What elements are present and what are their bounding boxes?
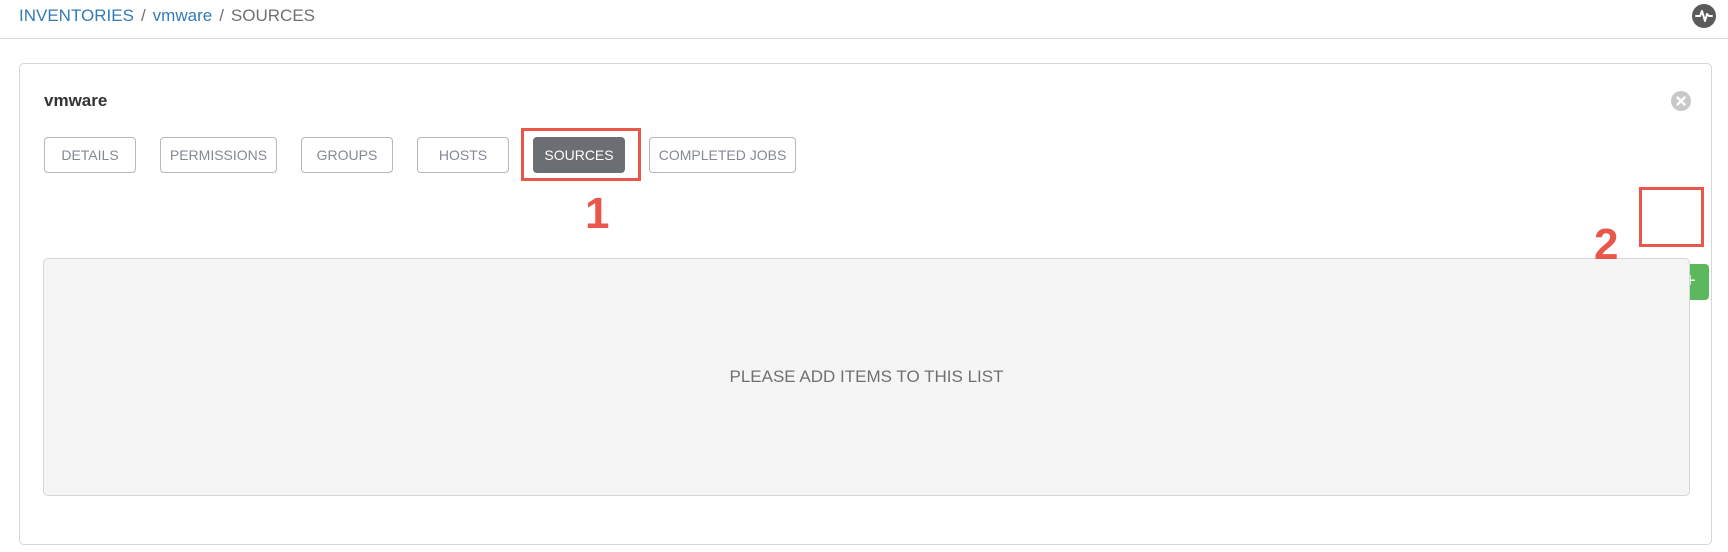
callout-box-1 (521, 128, 641, 181)
breadcrumb-inventories[interactable]: INVENTORIES (19, 6, 134, 25)
tab-completed-jobs[interactable]: COMPLETED JOBS (649, 137, 796, 173)
sources-list: PLEASE ADD ITEMS TO THIS LIST (43, 258, 1690, 496)
activity-stream-icon[interactable] (1692, 4, 1716, 28)
empty-list-message: PLEASE ADD ITEMS TO THIS LIST (729, 367, 1004, 386)
breadcrumb-sources: SOURCES (230, 6, 315, 25)
callout-box-2 (1639, 187, 1704, 247)
breadcrumb-separator: / (219, 6, 224, 25)
breadcrumb: INVENTORIES / vmware / SOURCES (19, 6, 315, 26)
tab-details[interactable]: DETAILS (44, 137, 136, 173)
breadcrumb-vmware[interactable]: vmware (153, 6, 213, 25)
breadcrumb-separator: / (140, 6, 146, 25)
top-bar: INVENTORIES / vmware / SOURCES (0, 0, 1728, 39)
callout-number-2: 2 (1594, 220, 1619, 269)
tab-permissions[interactable]: PERMISSIONS (160, 137, 277, 173)
callout-number-1: 1 (585, 189, 610, 238)
tab-hosts[interactable]: HOSTS (417, 137, 509, 173)
close-icon[interactable] (1671, 91, 1691, 111)
tab-groups[interactable]: GROUPS (301, 137, 393, 173)
panel-title: vmware (44, 91, 108, 110)
